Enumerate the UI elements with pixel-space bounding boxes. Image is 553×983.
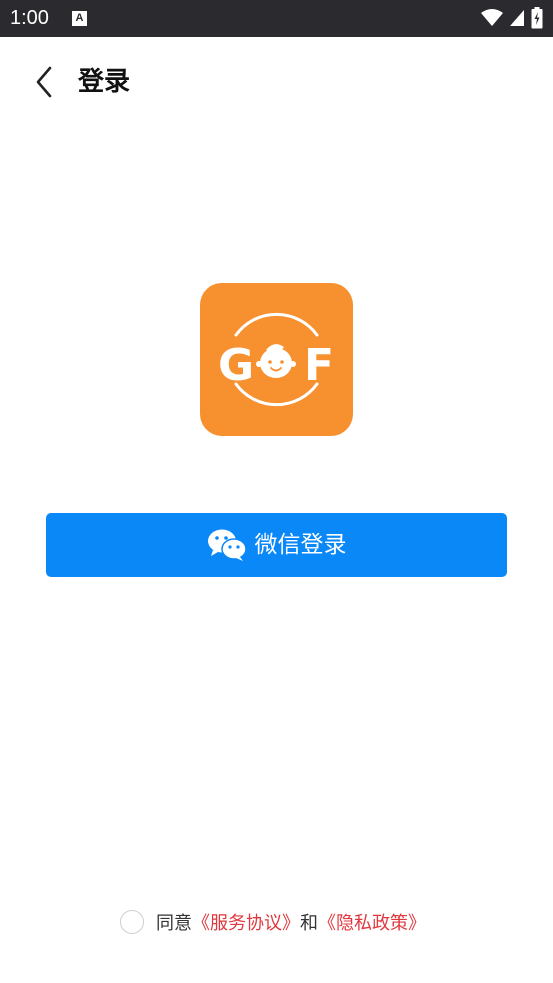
logo-letter-g: G: [218, 340, 254, 391]
page-title: 登录: [78, 67, 131, 97]
wechat-icon: [207, 529, 247, 561]
cell-signal-icon: [510, 10, 524, 26]
agree-prefix: 同意: [156, 913, 192, 934]
wifi-icon: [481, 9, 503, 26]
back-button[interactable]: [24, 59, 64, 105]
wechat-login-button[interactable]: 微信登录: [46, 513, 507, 577]
notification-a-icon: A: [72, 11, 87, 26]
service-agreement-link[interactable]: 《服务协议》: [192, 909, 300, 935]
agreement-row: 同意 《服务协议》 和 《隐私政策》: [120, 908, 426, 936]
gof-logo-icon: G F: [218, 312, 334, 407]
chevron-left-icon: [36, 66, 52, 98]
app-logo: G F: [200, 283, 353, 436]
wechat-login-label: 微信登录: [254, 532, 347, 558]
status-time: 1:00: [10, 7, 49, 29]
privacy-policy-link[interactable]: 《隐私政策》: [318, 909, 426, 935]
status-icons: [481, 7, 543, 29]
logo-letter-f: F: [304, 340, 334, 391]
status-bar: 1:00 A: [0, 0, 553, 37]
nav-bar: 登录: [0, 37, 553, 127]
agree-conjunction: 和: [300, 913, 318, 934]
agree-radio[interactable]: [120, 910, 144, 934]
battery-icon: [531, 7, 543, 29]
